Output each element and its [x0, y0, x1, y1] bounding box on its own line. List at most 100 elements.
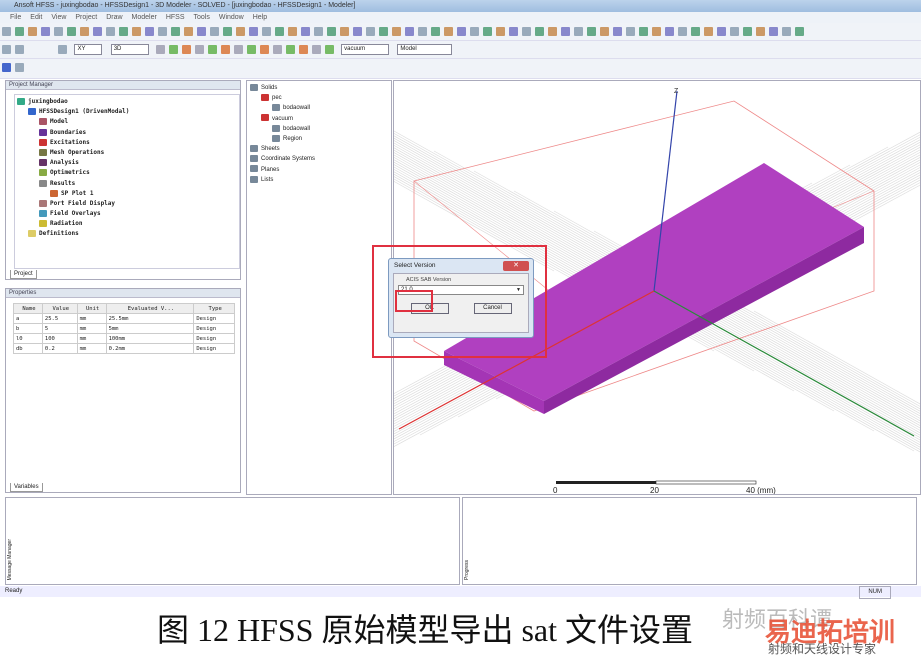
toolbar-icon[interactable]: [28, 27, 37, 36]
toolbar-icon[interactable]: [327, 27, 336, 36]
toolbar-icon[interactable]: [652, 27, 661, 36]
model-tree-item[interactable]: Sheets: [250, 144, 391, 154]
toolbar-icon[interactable]: [275, 27, 284, 36]
toolbar-icon[interactable]: [457, 27, 466, 36]
toolbar-icon[interactable]: [67, 27, 76, 36]
model-tree-item[interactable]: Planes: [250, 165, 391, 175]
tree-item[interactable]: Field Overlays: [15, 209, 239, 219]
table-row[interactable]: l0 100 mm 100mm Design: [13, 333, 235, 344]
toolbar-icon[interactable]: [691, 27, 700, 36]
model-tree-item[interactable]: Solids: [250, 83, 391, 93]
toolbar-icon[interactable]: [795, 27, 804, 36]
toolbar-icon[interactable]: [340, 27, 349, 36]
table-cell[interactable]: db: [13, 343, 43, 354]
table-cell[interactable]: Design: [193, 333, 235, 344]
toolbar-icon[interactable]: [496, 27, 505, 36]
table-cell[interactable]: l0: [13, 333, 43, 344]
tree-item[interactable]: Results: [15, 179, 239, 189]
model-tree-item[interactable]: vacuum: [250, 114, 391, 124]
toolbar-icon[interactable]: [324, 45, 334, 54]
toolbar-icon[interactable]: [207, 45, 217, 54]
toolbar-icon[interactable]: [246, 45, 256, 54]
toolbar-icon[interactable]: [574, 27, 583, 36]
toolbar-icon[interactable]: [262, 27, 271, 36]
toolbar-icon[interactable]: [41, 27, 50, 36]
toolbar-icon[interactable]: [194, 45, 204, 54]
table-row[interactable]: b 5 mm 5mm Design: [13, 323, 235, 334]
toolbar-icon[interactable]: [54, 27, 63, 36]
tree-item[interactable]: juxingbodao: [15, 97, 239, 107]
toolbar-icon[interactable]: [717, 27, 726, 36]
toolbar-icon[interactable]: [15, 45, 24, 54]
toolbar-icon[interactable]: [561, 27, 570, 36]
toolbar-icon[interactable]: [470, 27, 479, 36]
table-cell[interactable]: Design: [193, 313, 235, 324]
toolbar-icon[interactable]: [418, 27, 427, 36]
toolbar-icon[interactable]: [58, 45, 68, 54]
plane-select[interactable]: XY: [74, 44, 103, 55]
toolbar-icon[interactable]: [2, 63, 11, 72]
toolbar-icon[interactable]: [106, 27, 115, 36]
table-cell[interactable]: mm: [76, 343, 107, 354]
tree-item[interactable]: HFSSDesign1 (DrivenModal): [15, 107, 239, 117]
close-button[interactable]: ✕: [503, 261, 529, 271]
toolbar-icon[interactable]: [2, 45, 11, 54]
toolbar-icon[interactable]: [181, 45, 191, 54]
tree-item[interactable]: Analysis: [15, 158, 239, 168]
toolbar-icon[interactable]: [444, 27, 453, 36]
toolbar-icon[interactable]: [15, 27, 24, 36]
toolbar-icon[interactable]: [756, 27, 765, 36]
toolbar-icon[interactable]: [366, 27, 375, 36]
toolbar-icon[interactable]: [155, 45, 165, 54]
toolbar-icon[interactable]: [132, 27, 141, 36]
toolbar-icon[interactable]: [535, 27, 544, 36]
menu-modeler[interactable]: Modeler: [132, 14, 157, 21]
toolbar-icon[interactable]: [509, 27, 518, 36]
toolbar-icon[interactable]: [171, 27, 180, 36]
tree-item[interactable]: Mesh Operations: [15, 148, 239, 158]
table-cell[interactable]: 0.2: [41, 343, 78, 354]
toolbar-icon[interactable]: [431, 27, 440, 36]
menu-hfss[interactable]: HFSS: [166, 14, 185, 21]
toolbar-icon[interactable]: [259, 45, 269, 54]
menu-window[interactable]: Window: [219, 14, 244, 21]
toolbar-icon[interactable]: [285, 45, 295, 54]
model-tree-item[interactable]: Coordinate Systems: [250, 154, 391, 164]
table-cell[interactable]: 100mm: [105, 333, 195, 344]
toolbar-icon[interactable]: [587, 27, 596, 36]
menu-project[interactable]: Project: [75, 14, 97, 21]
table-cell[interactable]: b: [13, 323, 43, 334]
toolbar-icon[interactable]: [220, 45, 230, 54]
tree-item[interactable]: Definitions: [15, 229, 239, 239]
model-tree-item[interactable]: bodaowall: [250, 103, 391, 113]
table-cell[interactable]: Design: [193, 343, 235, 354]
column-header[interactable]: Unit: [76, 303, 107, 314]
table-cell[interactable]: 100: [41, 333, 78, 344]
toolbar-icon[interactable]: [93, 27, 102, 36]
tab-project[interactable]: Project: [10, 270, 37, 279]
dimension-select[interactable]: 3D: [110, 44, 149, 55]
model-tree-item[interactable]: bodaowall: [250, 124, 391, 134]
toolbar-icon[interactable]: [600, 27, 609, 36]
tab-variables[interactable]: Variables: [10, 483, 43, 492]
table-cell[interactable]: a: [13, 313, 43, 324]
model-tree-item[interactable]: Lists: [250, 175, 391, 185]
toolbar-icon[interactable]: [730, 27, 739, 36]
toolbar-icon[interactable]: [288, 27, 297, 36]
tree-item[interactable]: Radiation: [15, 219, 239, 229]
toolbar-icon[interactable]: [483, 27, 492, 36]
table-cell[interactable]: 25.5mm: [105, 313, 195, 324]
table-cell[interactable]: 5: [41, 323, 78, 334]
column-header[interactable]: Type: [193, 303, 235, 314]
toolbar-icon[interactable]: [782, 27, 791, 36]
table-cell[interactable]: 0.2mm: [105, 343, 195, 354]
table-cell[interactable]: mm: [76, 313, 107, 324]
table-cell[interactable]: 5mm: [105, 323, 195, 334]
model-tree-item[interactable]: Region: [250, 134, 391, 144]
toolbar-icon[interactable]: [548, 27, 557, 36]
toolbar-icon[interactable]: [405, 27, 414, 36]
menu-edit[interactable]: Edit: [30, 14, 42, 21]
tree-item[interactable]: Boundaries: [15, 128, 239, 138]
toolbar-icon[interactable]: [249, 27, 258, 36]
mode-select[interactable]: Model: [397, 44, 453, 55]
